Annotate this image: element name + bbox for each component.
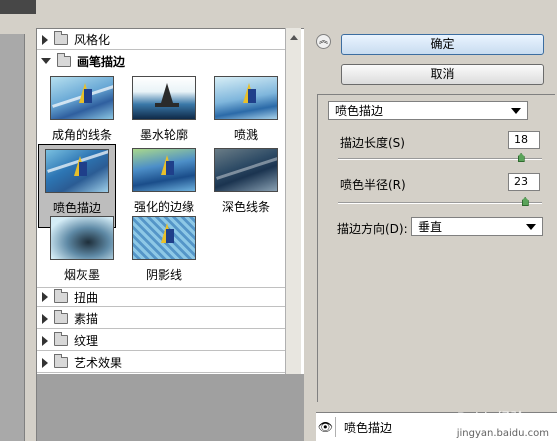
category-texture[interactable]: 纹理 (37, 331, 285, 351)
filter-label: 阴影线 (145, 268, 182, 282)
category-artistic[interactable]: 艺术效果 (37, 353, 285, 373)
watermark-text: Baidu经验 (456, 411, 525, 427)
preview-canvas (0, 34, 24, 441)
expand-arrow-icon (42, 313, 48, 324)
scroll-up-button[interactable] (286, 30, 301, 45)
category-brush-strokes[interactable]: 画笔描边 (37, 51, 285, 71)
folder-open-icon (57, 52, 71, 67)
thumbnail-image (214, 76, 278, 120)
category-sketch[interactable]: 素描 (37, 309, 285, 329)
gallery-scrollbar[interactable] (285, 28, 301, 374)
expand-arrow-icon (42, 357, 48, 368)
category-label: 画笔描边 (77, 54, 126, 69)
category-label: 扭曲 (74, 290, 99, 305)
stroke-direction-select[interactable]: 垂直 (411, 217, 543, 236)
expand-arrow-icon (42, 34, 48, 45)
thumbnail-image (132, 216, 196, 260)
chevron-down-icon (511, 107, 521, 114)
folder-icon (54, 288, 68, 303)
category-distort[interactable]: 扭曲 (37, 287, 285, 307)
spray-radius-slider[interactable] (338, 202, 542, 204)
gallery-empty-area (36, 374, 304, 441)
thumbnail-image (214, 148, 278, 192)
thumbnail-image (50, 76, 114, 120)
thumbnail-image (50, 216, 114, 260)
folder-icon (54, 332, 68, 346)
stroke-length-input[interactable]: 18 (508, 131, 540, 149)
thumbnail-image (45, 149, 109, 193)
stroke-direction-value: 垂直 (418, 220, 443, 234)
filter-label: 烟灰墨 (63, 268, 100, 282)
preview-divider (24, 34, 25, 441)
folder-icon (54, 310, 68, 324)
category-label: 素描 (74, 312, 99, 326)
thumbnail-image (132, 148, 196, 192)
cancel-button[interactable]: 取消 (341, 64, 544, 85)
chevron-down-icon (526, 223, 536, 230)
category-label: 艺术效果 (74, 356, 123, 370)
filter-thumb-sumi-e[interactable]: 烟灰墨 (43, 212, 121, 296)
filter-label: 喷溅 (233, 128, 258, 142)
filter-select-value: 喷色描边 (335, 104, 384, 118)
double-chevron-up-icon: ︽ (318, 36, 328, 46)
expand-arrow-icon (42, 292, 48, 302)
effect-layer-name: 喷色描边 (344, 420, 393, 435)
filter-select[interactable]: 喷色描边 (328, 101, 528, 120)
spray-radius-input[interactable]: 23 (508, 173, 540, 191)
ok-button[interactable]: 确定 (341, 34, 544, 55)
expand-arrow-icon (42, 335, 48, 346)
filter-thumb-dark-strokes[interactable]: 深色线条 (207, 144, 285, 228)
folder-icon (54, 31, 68, 45)
spray-radius-label: 喷色半径(R) (340, 178, 406, 192)
stroke-length-slider[interactable] (338, 158, 542, 160)
collapse-gallery-button[interactable]: ︽ (316, 34, 331, 49)
filter-thumb-crosshatch[interactable]: 阴影线 (125, 212, 203, 296)
thumbnail-image (132, 76, 196, 120)
preview-top-bar (0, 0, 36, 14)
stroke-length-label: 描边长度(S) (340, 136, 405, 150)
category-label: 风格化 (74, 33, 111, 47)
category-label: 纹理 (74, 334, 99, 348)
collapse-arrow-icon (41, 58, 51, 64)
eye-icon[interactable]: 👁 (316, 417, 336, 437)
watermark-url: jingyan.baidu.com (456, 428, 549, 439)
stroke-direction-label: 描边方向(D): (337, 222, 408, 236)
preview-area (0, 0, 36, 441)
category-stylize[interactable]: 风格化 (37, 30, 285, 50)
watermark: Baidu经验 jingyan.baidu.com (457, 408, 549, 439)
scroll-up-icon (289, 35, 298, 40)
filter-label: 成角的线条 (51, 128, 112, 142)
filter-label: 墨水轮廓 (139, 128, 188, 142)
filter-label: 深色线条 (221, 200, 270, 214)
folder-icon (54, 354, 68, 368)
